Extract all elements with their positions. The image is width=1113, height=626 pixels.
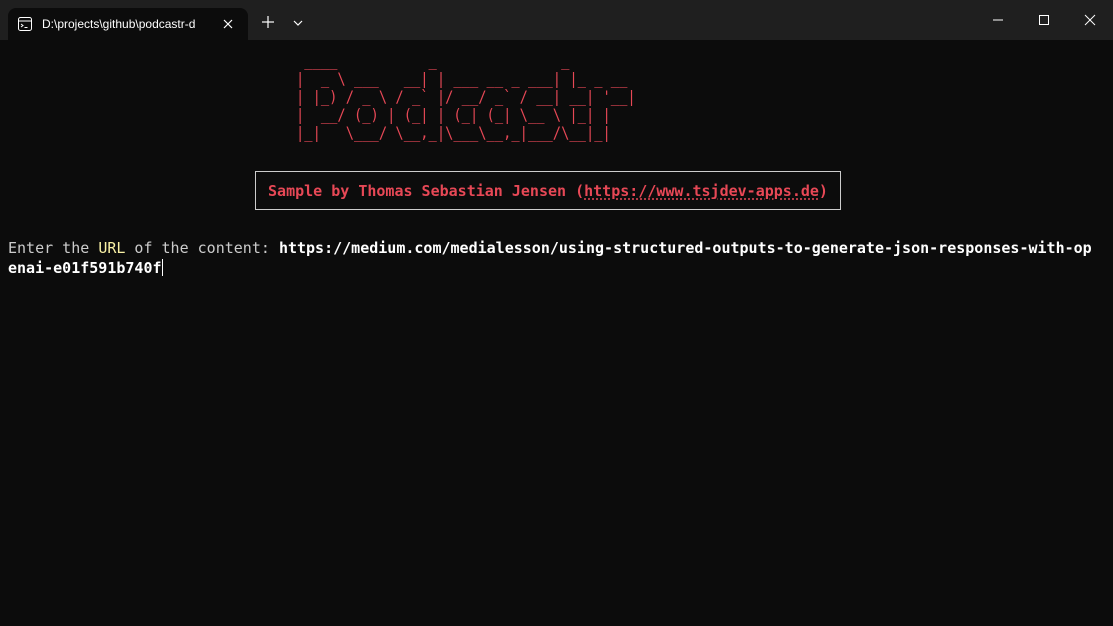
url-input-line-1[interactable]: https://medium.com/medialesson/using-str… bbox=[279, 239, 1092, 257]
minimize-button[interactable] bbox=[975, 0, 1021, 40]
podcastr-ascii-logo: ____ _ _ | _ \ ___ __| | ___ __ _ ___| |… bbox=[296, 51, 636, 142]
chevron-down-icon[interactable] bbox=[292, 18, 304, 28]
plus-icon[interactable] bbox=[261, 15, 275, 29]
close-icon bbox=[1084, 14, 1096, 26]
minimize-icon bbox=[993, 19, 1003, 21]
close-icon[interactable] bbox=[220, 16, 236, 32]
sample-banner: Sample by Thomas Sebastian Jensen (https… bbox=[255, 171, 841, 210]
terminal-icon bbox=[18, 17, 32, 31]
prompt-text-before: Enter the bbox=[8, 239, 99, 257]
url-prompt: Enter the URL of the content: https://me… bbox=[8, 238, 1108, 278]
text-cursor bbox=[161, 259, 163, 276]
banner-suffix: ) bbox=[818, 181, 828, 200]
banner-link[interactable]: https://www.tsjdev-apps.de bbox=[584, 182, 819, 200]
url-input-line-2[interactable]: enai-e01f591b740f bbox=[8, 259, 162, 277]
tab-title: D:\projects\github\podcastr-d bbox=[42, 17, 196, 31]
terminal-tab[interactable]: D:\projects\github\podcastr-d bbox=[8, 8, 248, 40]
maximize-icon bbox=[1039, 15, 1049, 25]
title-bar: D:\projects\github\podcastr-d bbox=[0, 0, 1113, 40]
maximize-button[interactable] bbox=[1021, 0, 1067, 40]
banner-prefix: Sample by Thomas Sebastian Jensen ( bbox=[268, 181, 585, 200]
terminal-output[interactable]: ____ _ _ | _ \ ___ __| | ___ __ _ ___| |… bbox=[0, 40, 1113, 626]
prompt-url-highlight: URL bbox=[98, 239, 126, 257]
prompt-text-after: of the content: bbox=[125, 239, 279, 257]
window-close-button[interactable] bbox=[1067, 0, 1113, 40]
